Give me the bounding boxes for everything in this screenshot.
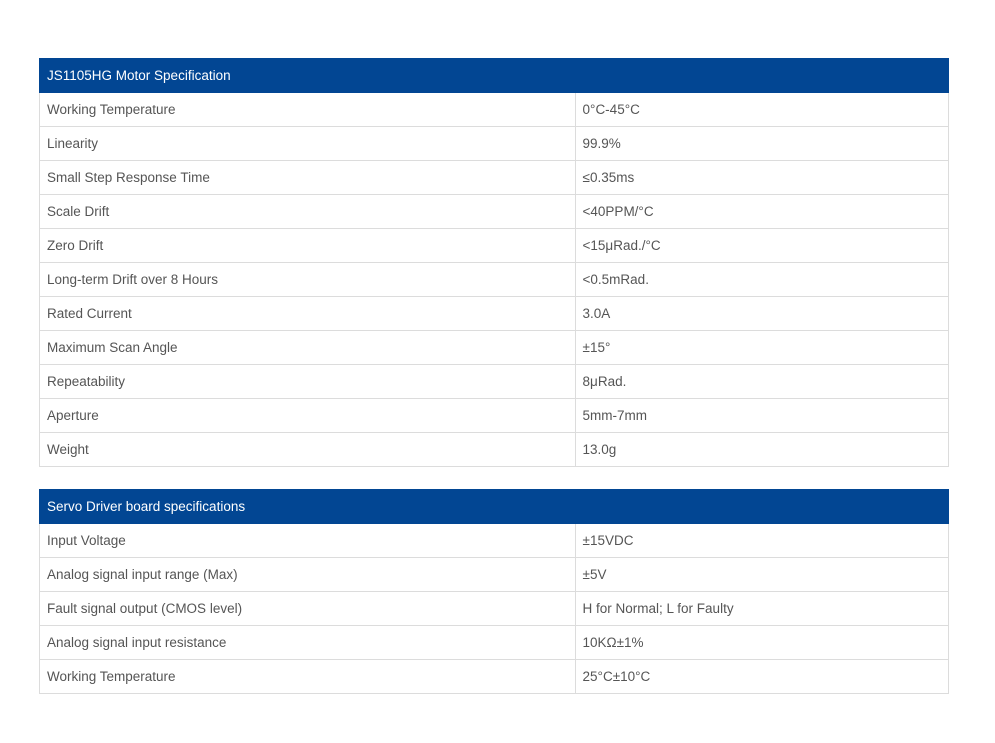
spec-label: Long-term Drift over 8 Hours	[39, 262, 576, 297]
spec-value: H for Normal; L for Faulty	[574, 591, 950, 626]
spec-value: ±5V	[574, 557, 950, 592]
motor-spec-header-row: JS1105HG Motor Specification	[39, 58, 949, 93]
spec-label: Fault signal output (CMOS level)	[39, 591, 576, 626]
table-row: Repeatability 8μRad.	[39, 364, 950, 399]
driver-spec-table: Servo Driver board specifications Input …	[39, 489, 950, 694]
spec-label: Aperture	[39, 398, 576, 433]
table-row: Linearity 99.9%	[39, 126, 950, 161]
table-row: Analog signal input range (Max) ±5V	[39, 557, 950, 592]
spec-value: 3.0A	[574, 296, 950, 331]
motor-spec-table: JS1105HG Motor Specification Working Tem…	[39, 58, 950, 467]
spec-label: Linearity	[39, 126, 576, 161]
table-row: Zero Drift <15μRad./°C	[39, 228, 950, 263]
spec-label: Input Voltage	[39, 523, 576, 558]
spec-label: Analog signal input range (Max)	[39, 557, 576, 592]
spec-value: 8μRad.	[574, 364, 950, 399]
spec-label: Working Temperature	[39, 659, 576, 694]
spec-value: 0°C-45°C	[574, 92, 950, 127]
table-row: Rated Current 3.0A	[39, 296, 950, 331]
table-row: Analog signal input resistance 10KΩ±1%	[39, 625, 950, 660]
table-row: Aperture 5mm-7mm	[39, 398, 950, 433]
spec-label: Working Temperature	[39, 92, 576, 127]
spec-value: 99.9%	[574, 126, 950, 161]
driver-spec-header-row: Servo Driver board specifications	[39, 489, 949, 524]
table-row: Input Voltage ±15VDC	[39, 523, 950, 558]
spec-label: Rated Current	[39, 296, 576, 331]
spec-value: <0.5mRad.	[574, 262, 950, 297]
spec-label: Maximum Scan Angle	[39, 330, 576, 365]
spec-label: Weight	[39, 432, 576, 467]
table-row: Small Step Response Time ≤0.35ms	[39, 160, 950, 195]
table-row: Working Temperature 25°C±10°C	[39, 659, 950, 694]
spec-value: ≤0.35ms	[574, 160, 950, 195]
spec-label: Small Step Response Time	[39, 160, 576, 195]
spec-value: <15μRad./°C	[574, 228, 950, 263]
spec-value: ±15°	[574, 330, 950, 365]
table-row: Working Temperature 0°C-45°C	[39, 92, 950, 127]
spec-value: <40PPM/°C	[574, 194, 950, 229]
table-row: Scale Drift <40PPM/°C	[39, 194, 950, 229]
table-row: Fault signal output (CMOS level) H for N…	[39, 591, 950, 626]
spec-label: Repeatability	[39, 364, 576, 399]
spec-label: Analog signal input resistance	[39, 625, 576, 660]
spec-label: Zero Drift	[39, 228, 576, 263]
spec-value: 10KΩ±1%	[574, 625, 950, 660]
spec-label: Scale Drift	[39, 194, 576, 229]
spec-value: 25°C±10°C	[574, 659, 950, 694]
table-row: Maximum Scan Angle ±15°	[39, 330, 950, 365]
spec-value: 5mm-7mm	[574, 398, 950, 433]
driver-spec-title: Servo Driver board specifications	[39, 489, 949, 524]
spec-value: ±15VDC	[574, 523, 950, 558]
table-row: Long-term Drift over 8 Hours <0.5mRad.	[39, 262, 950, 297]
spec-value: 13.0g	[574, 432, 950, 467]
motor-spec-title: JS1105HG Motor Specification	[39, 58, 949, 93]
table-row: Weight 13.0g	[39, 432, 950, 467]
